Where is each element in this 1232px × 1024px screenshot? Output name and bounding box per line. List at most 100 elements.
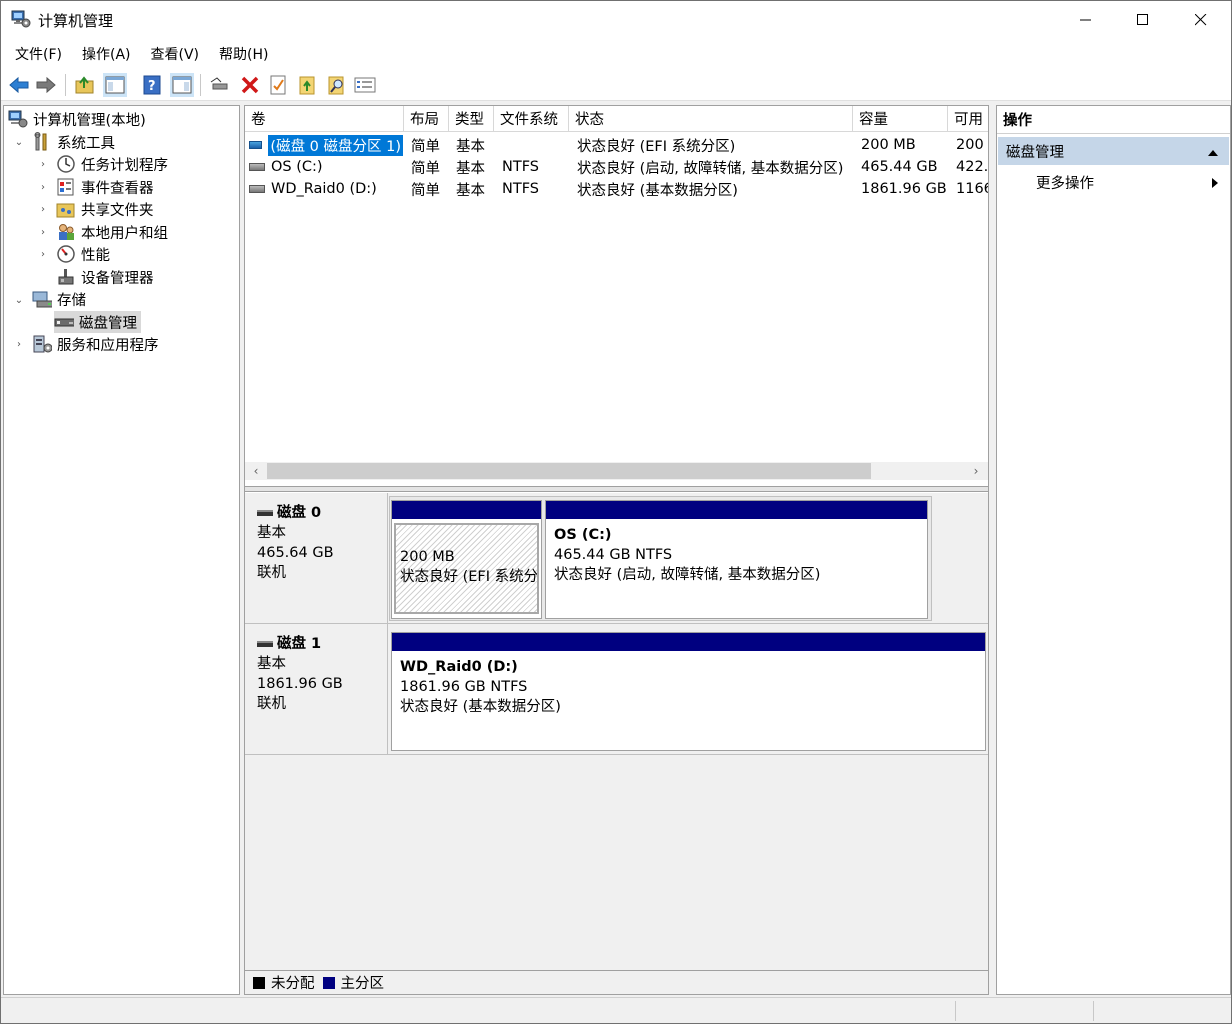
table-row[interactable]: OS (C:) 简单 基本 NTFS 状态良好 (启动, 故障转储, 基本数据分…: [245, 156, 988, 178]
tree-item-device-manager[interactable]: 设备管理器: [56, 266, 154, 288]
menu-bar: 文件(F) 操作(A) 查看(V) 帮助(H): [1, 39, 1231, 68]
delete-icon: [241, 76, 259, 94]
tools-icon: [32, 132, 52, 152]
column-header-layout[interactable]: 布局: [404, 106, 449, 132]
expand-chevron-icon[interactable]: ⌄: [14, 137, 24, 148]
menu-view[interactable]: 查看(V): [143, 44, 208, 64]
disk-drive-icon: [54, 312, 74, 332]
toolbar-separator: [200, 74, 201, 96]
computer-management-icon: [11, 10, 31, 28]
connect-drive-button[interactable]: [208, 73, 232, 97]
disk-icon: [257, 641, 273, 647]
users-icon: [56, 222, 76, 242]
device-manager-icon: [56, 267, 76, 287]
tree-item-system-tools[interactable]: 系统工具: [32, 131, 115, 153]
forward-button[interactable]: [34, 73, 58, 97]
column-header-status[interactable]: 状态: [569, 106, 853, 132]
partition-bar: [392, 501, 541, 519]
properties-button[interactable]: [266, 73, 290, 97]
partition-os-c[interactable]: OS (C:) 465.44 GB NTFS 状态良好 (启动, 故障转储, 基…: [545, 500, 928, 619]
partition-bar: [546, 501, 927, 519]
disk-0-label[interactable]: 磁盘 0 基本 465.64 GB 联机: [245, 493, 388, 624]
show-hide-tree-icon: [105, 76, 125, 94]
menu-action[interactable]: 操作(A): [74, 44, 139, 64]
partition-efi[interactable]: 200 MB 状态良好 (EFI 系统分: [391, 500, 542, 619]
forward-icon: [36, 76, 56, 94]
tree-item-services-apps[interactable]: 服务和应用程序: [32, 333, 159, 355]
back-icon: [9, 76, 29, 94]
tree-item-root[interactable]: 计算机管理(本地): [8, 108, 146, 130]
show-hide-tree-button[interactable]: [103, 73, 127, 97]
column-header-capacity[interactable]: 容量: [853, 106, 948, 132]
legend-unallocated: 未分配: [271, 976, 315, 992]
more-actions-item[interactable]: 更多操作: [998, 170, 1229, 194]
collapsed-chevron-icon[interactable]: ›: [38, 182, 48, 193]
unallocated-swatch: [253, 976, 265, 989]
performance-icon: [56, 244, 76, 264]
collapsed-chevron-icon[interactable]: ›: [38, 249, 48, 260]
collapsed-chevron-icon[interactable]: ›: [14, 339, 24, 350]
scroll-right-icon[interactable]: ›: [967, 462, 985, 480]
computer-management-window: 计算机管理 文件(F) 操作(A) 查看(V) 帮助(H) ? 计算机管理(本地…: [0, 0, 1232, 1024]
maximize-button[interactable]: [1114, 1, 1172, 39]
search-icon: [328, 76, 344, 95]
tree-item-performance[interactable]: 性能: [56, 243, 110, 265]
horizontal-scrollbar[interactable]: ‹ ›: [245, 462, 988, 480]
event-viewer-icon: [56, 177, 76, 197]
open-folder-button[interactable]: [296, 73, 320, 97]
open-folder-icon: [299, 76, 315, 95]
collapsed-chevron-icon[interactable]: ›: [38, 227, 48, 238]
collapse-up-icon[interactable]: [1207, 145, 1219, 161]
close-button[interactable]: [1172, 1, 1230, 39]
clock-icon: [56, 154, 76, 174]
pane-splitter[interactable]: [245, 486, 988, 492]
tree-item-local-users[interactable]: 本地用户和组: [56, 221, 168, 243]
volume-icon: [249, 141, 263, 149]
back-button[interactable]: [7, 73, 31, 97]
menu-file[interactable]: 文件(F): [7, 44, 70, 64]
actions-section-disk-management[interactable]: 磁盘管理: [998, 137, 1229, 165]
scroll-left-icon[interactable]: ‹: [247, 462, 265, 480]
window-title: 计算机管理: [38, 12, 114, 30]
help-button[interactable]: ?: [140, 73, 164, 97]
table-row[interactable]: (磁盘 0 磁盘分区 1) 简单 基本 状态良好 (EFI 系统分区) 200 …: [245, 134, 988, 156]
column-header-type[interactable]: 类型: [449, 106, 494, 132]
scrollbar-thumb[interactable]: [267, 463, 871, 479]
volume-icon: [249, 185, 265, 193]
minimize-icon: [1080, 19, 1091, 21]
tree-item-shared-folders[interactable]: 共享文件夹: [56, 198, 154, 220]
column-header-volume[interactable]: 卷: [245, 106, 404, 132]
storage-icon: [32, 289, 52, 309]
volume-list: 卷 布局 类型 文件系统 状态 容量 可用 (磁盘 0 磁盘分区 1) 简单 基…: [245, 106, 988, 486]
search-button[interactable]: [325, 73, 349, 97]
toolbar-separator: [65, 74, 66, 96]
minimize-button[interactable]: [1057, 1, 1115, 39]
expand-chevron-icon[interactable]: ⌄: [14, 295, 24, 306]
primary-partition-swatch: [322, 976, 335, 989]
disk-icon: [257, 510, 273, 516]
up-level-button[interactable]: [73, 73, 97, 97]
collapsed-chevron-icon[interactable]: ›: [38, 159, 48, 170]
collapsed-chevron-icon[interactable]: ›: [38, 204, 48, 215]
actions-header: 操作: [997, 106, 1230, 134]
tree-item-storage[interactable]: 存储: [32, 288, 86, 310]
disk-1-label[interactable]: 磁盘 1 基本 1861.96 GB 联机: [245, 624, 388, 755]
show-hide-action-pane-button[interactable]: [170, 73, 194, 97]
title-bar: 计算机管理: [1, 1, 1231, 39]
help-icon: ?: [143, 75, 161, 95]
settings-list-button[interactable]: [353, 73, 377, 97]
services-icon: [32, 334, 52, 354]
actions-pane: 操作 磁盘管理 更多操作: [996, 105, 1231, 995]
submenu-arrow-icon: [1211, 177, 1219, 193]
table-row[interactable]: WD_Raid0 (D:) 简单 基本 NTFS 状态良好 (基本数据分区) 1…: [245, 178, 988, 200]
tree-item-event-viewer[interactable]: 事件查看器: [56, 176, 154, 198]
delete-button[interactable]: [238, 73, 262, 97]
column-header-filesystem[interactable]: 文件系统: [494, 106, 569, 132]
tree-item-disk-management[interactable]: 磁盘管理: [54, 311, 141, 333]
partition-wd-raid0-d[interactable]: WD_Raid0 (D:) 1861.96 GB NTFS 状态良好 (基本数据…: [391, 632, 986, 751]
menu-help[interactable]: 帮助(H): [211, 44, 276, 64]
tree-item-task-scheduler[interactable]: 任务计划程序: [56, 153, 168, 175]
close-icon: [1195, 14, 1207, 26]
disk-management-pane: 卷 布局 类型 文件系统 状态 容量 可用 (磁盘 0 磁盘分区 1) 简单 基…: [244, 105, 989, 995]
column-header-free[interactable]: 可用: [948, 106, 988, 132]
